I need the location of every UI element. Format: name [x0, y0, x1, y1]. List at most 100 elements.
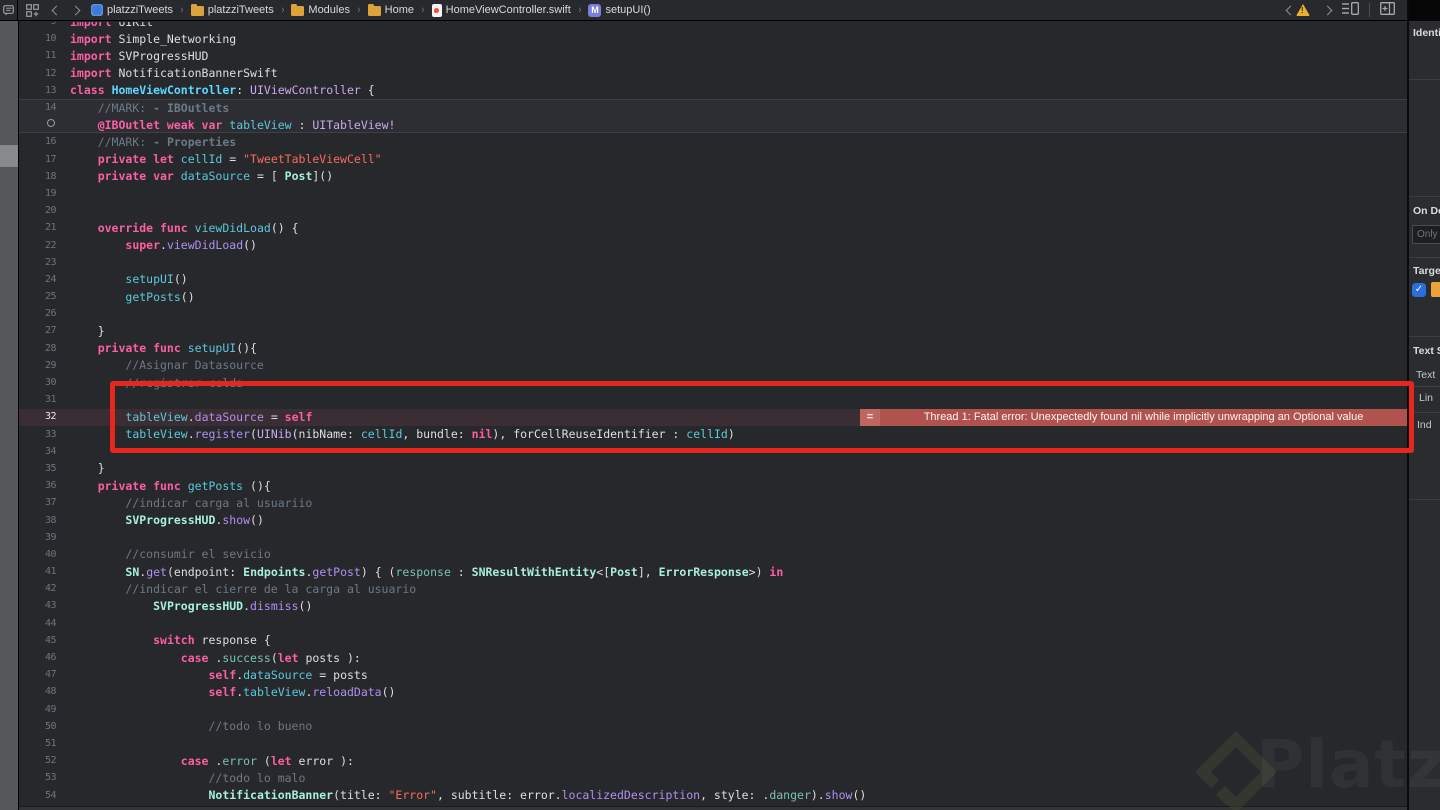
- code-editor[interactable]: 9import UIKit10import Simple_Networking1…: [19, 22, 1407, 806]
- line-number[interactable]: 38: [19, 515, 57, 526]
- line-number[interactable]: 35: [19, 463, 57, 474]
- breadcrumb-item[interactable]: Modules: [291, 3, 350, 16]
- code-line[interactable]: 39: [19, 529, 1407, 546]
- line-number[interactable]: 25: [19, 291, 57, 302]
- line-number[interactable]: 11: [19, 50, 57, 61]
- code-line[interactable]: 40 //consumir el sevicio: [19, 546, 1407, 563]
- line-number[interactable]: 54: [19, 790, 57, 801]
- add-editor-icon[interactable]: [1380, 2, 1395, 18]
- line-number[interactable]: 53: [19, 772, 57, 783]
- code-line[interactable]: 36 private func getPosts (){: [19, 477, 1407, 494]
- line-number[interactable]: 27: [19, 325, 57, 336]
- code-line[interactable]: 54 NotificationBanner(title: "Error", su…: [19, 786, 1407, 803]
- issue-forward-icon[interactable]: [1322, 5, 1333, 15]
- code-line[interactable]: 51: [19, 735, 1407, 752]
- code-line[interactable]: 22 super.viewDidLoad(): [19, 236, 1407, 253]
- line-number[interactable]: 16: [19, 136, 57, 147]
- code-line[interactable]: 25 getPosts(): [19, 288, 1407, 305]
- code-line[interactable]: @IBOutlet weak var tableView : UITableVi…: [19, 116, 1407, 133]
- code-line[interactable]: 38 SVProgressHUD.show(): [19, 511, 1407, 528]
- line-number[interactable]: 10: [19, 33, 57, 44]
- code-line[interactable]: 30 //registrar celda: [19, 374, 1407, 391]
- breadcrumb-item[interactable]: platzziTweets: [91, 4, 173, 16]
- code-line[interactable]: 35 }: [19, 460, 1407, 477]
- code-line[interactable]: 26: [19, 305, 1407, 322]
- line-number[interactable]: 34: [19, 446, 57, 457]
- code-line[interactable]: 20: [19, 202, 1407, 219]
- code-line[interactable]: 47 self.dataSource = posts: [19, 666, 1407, 683]
- code-line[interactable]: 31: [19, 391, 1407, 408]
- line-number[interactable]: 50: [19, 721, 57, 732]
- line-number[interactable]: 29: [19, 360, 57, 371]
- line-number[interactable]: 19: [19, 188, 57, 199]
- line-number[interactable]: 30: [19, 377, 57, 388]
- line-number[interactable]: 17: [19, 154, 57, 165]
- code-line[interactable]: 43 SVProgressHUD.dismiss(): [19, 597, 1407, 614]
- line-number[interactable]: 21: [19, 222, 57, 233]
- code-line[interactable]: 52 case .error (let error ):: [19, 752, 1407, 769]
- code-line[interactable]: 16 //MARK: - Properties: [19, 133, 1407, 150]
- code-line[interactable]: 44: [19, 615, 1407, 632]
- breadcrumb-item[interactable]: platzziTweets: [190, 3, 274, 16]
- line-number[interactable]: 14: [19, 102, 57, 113]
- editor-options-icon[interactable]: [1342, 2, 1359, 18]
- line-number[interactable]: 45: [19, 635, 57, 646]
- code-line[interactable]: 37 //indicar carga al usuariio: [19, 494, 1407, 511]
- breadcrumb-item[interactable]: HomeViewController.swift: [431, 3, 571, 17]
- code-line[interactable]: 33 tableView.register(UINib(nibName: cel…: [19, 426, 1407, 443]
- line-number[interactable]: 40: [19, 549, 57, 560]
- line-number[interactable]: 48: [19, 686, 57, 697]
- line-number[interactable]: 37: [19, 497, 57, 508]
- line-number[interactable]: 28: [19, 343, 57, 354]
- line-number[interactable]: 39: [19, 532, 57, 543]
- line-number[interactable]: 24: [19, 274, 57, 285]
- line-number[interactable]: 18: [19, 171, 57, 182]
- line-number[interactable]: 41: [19, 566, 57, 577]
- line-number[interactable]: 20: [19, 205, 57, 216]
- line-number[interactable]: 51: [19, 738, 57, 749]
- related-items-icon[interactable]: [26, 3, 39, 17]
- code-line[interactable]: 42 //indicar el cierre de la carga al us…: [19, 580, 1407, 597]
- code-line[interactable]: 41 SN.get(endpoint: Endpoints.getPost) {…: [19, 563, 1407, 580]
- line-number[interactable]: 44: [19, 618, 57, 629]
- line-number[interactable]: 33: [19, 429, 57, 440]
- code-line[interactable]: 28 private func setupUI(){: [19, 340, 1407, 357]
- line-number[interactable]: 52: [19, 755, 57, 766]
- code-line[interactable]: 50 //todo lo bueno: [19, 718, 1407, 735]
- line-number[interactable]: 42: [19, 583, 57, 594]
- code-line[interactable]: 45 switch response {: [19, 632, 1407, 649]
- code-line[interactable]: 10 import Simple_Networking: [19, 30, 1407, 47]
- code-line[interactable]: 21 override func viewDidLoad() {: [19, 219, 1407, 236]
- code-line[interactable]: 23: [19, 254, 1407, 271]
- warning-icon[interactable]: [1296, 4, 1310, 16]
- line-number[interactable]: 31: [19, 394, 57, 405]
- code-line[interactable]: 14 //MARK: - IBOutlets: [19, 99, 1407, 116]
- code-line[interactable]: 29 //Asignar Datasource: [19, 357, 1407, 374]
- code-line[interactable]: 48 self.tableView.reloadData(): [19, 683, 1407, 700]
- line-number[interactable]: 13: [19, 85, 57, 96]
- line-number[interactable]: 9: [19, 22, 56, 27]
- code-line[interactable]: 19: [19, 185, 1407, 202]
- line-number[interactable]: 43: [19, 600, 57, 611]
- code-line[interactable]: 12 import NotificationBannerSwift: [19, 65, 1407, 82]
- nav-back-icon[interactable]: [51, 5, 62, 15]
- line-number[interactable]: 12: [19, 68, 57, 79]
- code-line[interactable]: 17 private let cellId = "TweetTableViewC…: [19, 151, 1407, 168]
- line-number[interactable]: 26: [19, 308, 57, 319]
- outlet-circle-icon[interactable]: [47, 119, 55, 128]
- code-line[interactable]: 18 private var dataSource = [ Post](): [19, 168, 1407, 185]
- code-line[interactable]: 34: [19, 443, 1407, 460]
- on-demand-tags-input[interactable]: Only: [1412, 225, 1440, 244]
- line-number[interactable]: 49: [19, 704, 57, 715]
- nav-forward-icon[interactable]: [70, 5, 81, 15]
- line-number[interactable]: 32: [19, 411, 57, 422]
- code-line[interactable]: 9 import UIKit: [19, 22, 1407, 30]
- line-number[interactable]: 23: [19, 257, 57, 268]
- breadcrumb-item[interactable]: Home: [367, 3, 414, 16]
- editor-review-icon[interactable]: [0, 0, 18, 20]
- code-line[interactable]: 24 setupUI(): [19, 271, 1407, 288]
- code-line[interactable]: 49: [19, 701, 1407, 718]
- code-line[interactable]: 13 class HomeViewController: UIViewContro…: [19, 82, 1407, 99]
- target-checkbox[interactable]: ✓: [1412, 283, 1426, 297]
- line-number[interactable]: 47: [19, 669, 57, 680]
